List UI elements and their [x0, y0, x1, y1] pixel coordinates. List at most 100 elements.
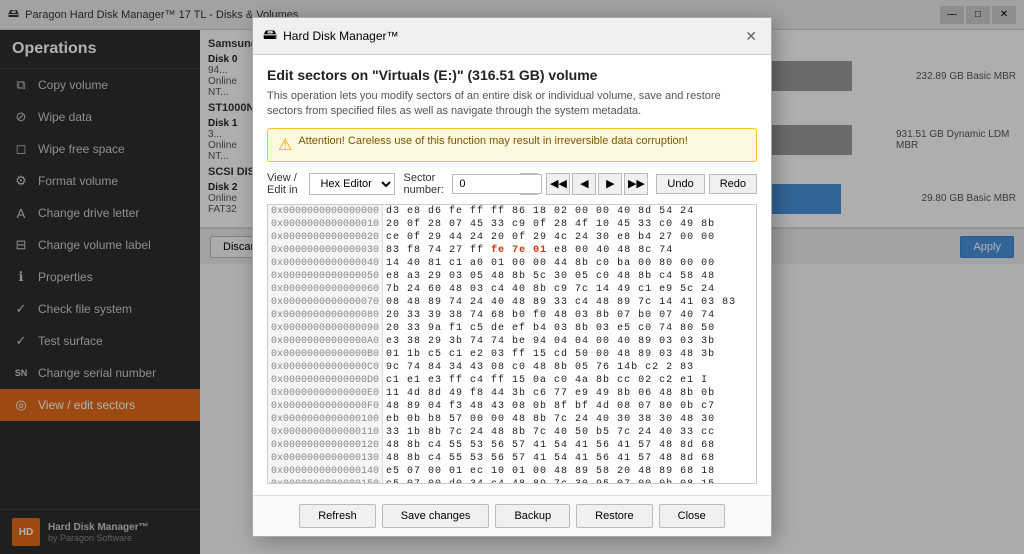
hex-row: 0x0000000000000000d3 e8 d6 fe ff ff 86 1… — [268, 205, 757, 218]
hex-address: 0x0000000000000040 — [268, 257, 383, 270]
hex-bytes: 7b 24 60 48 03 c4 40 8b c9 7c 14 49 c1 e… — [383, 283, 757, 296]
close-button[interactable]: Close — [659, 504, 725, 528]
sector-label: Sector number: — [403, 172, 444, 196]
hex-bytes: 20 33 9a f1 c5 de ef b4 03 8b 03 e5 c0 7… — [383, 322, 757, 335]
hex-bytes: 20 0f 28 07 45 33 c9 0f 28 4f 10 45 33 c… — [383, 218, 757, 231]
hex-row: 0x000000000000012048 8b c4 55 53 56 57 4… — [268, 439, 757, 452]
controls-row: View / Edit in Hex Editor Text Editor Se… — [267, 172, 757, 196]
hex-address: 0x0000000000000130 — [268, 452, 383, 465]
hex-row: 0x00000000000000607b 24 60 48 03 c4 40 8… — [268, 283, 757, 296]
hex-address: 0x0000000000000070 — [268, 296, 383, 309]
hex-row: 0x00000000000000C09c 74 84 34 43 08 c0 4… — [268, 361, 757, 374]
hex-bytes: 33 1b 8b 7c 24 48 8b 7c 40 50 b5 7c 24 4… — [383, 426, 757, 439]
hex-row: 0x00000000000000F048 89 04 f3 48 43 08 0… — [268, 400, 757, 413]
modal-titlebar: 🖴 Hard Disk Manager™ ✕ — [253, 18, 771, 55]
nav-prev-button[interactable]: ◀ — [572, 173, 596, 195]
modal-overlay: 🖴 Hard Disk Manager™ ✕ Edit sectors on "… — [0, 0, 1024, 554]
undo-redo-group: Undo Redo — [656, 174, 757, 194]
backup-button[interactable]: Backup — [495, 504, 570, 528]
hex-bytes: c1 e1 e3 ff c4 ff 15 0a c0 4a 8b cc 02 c… — [383, 374, 757, 387]
modal-title-text: Hard Disk Manager™ — [283, 29, 398, 43]
refresh-button[interactable]: Refresh — [299, 504, 376, 528]
hex-bytes: 14 40 81 c1 a0 01 00 00 44 8b c0 ba 00 8… — [383, 257, 757, 270]
hex-row: 0x00000000000000A0e3 38 29 3b 74 74 be 9… — [268, 335, 757, 348]
sector-input-group: ▲ ▼ — [452, 173, 538, 195]
hex-bytes: 48 8b c4 55 53 56 57 41 54 41 56 41 57 4… — [383, 439, 757, 452]
hex-bytes: 01 1b c5 c1 e2 03 ff 15 cd 50 00 48 89 0… — [383, 348, 757, 361]
hex-row: 0x00000000000000D0c1 e1 e3 ff c4 ff 15 0… — [268, 374, 757, 387]
hex-address: 0x0000000000000000 — [268, 205, 383, 218]
hex-row: 0x000000000000009020 33 9a f1 c5 de ef b… — [268, 322, 757, 335]
hex-address: 0x00000000000000B0 — [268, 348, 383, 361]
hex-bytes: eb 0b b8 57 00 00 48 8b 7c 24 40 30 38 3… — [383, 413, 757, 426]
modal-heading: Edit sectors on "Virtuals (E:)" (316.51 … — [267, 67, 757, 83]
hex-address: 0x0000000000000150 — [268, 478, 383, 484]
nav-first-button[interactable]: ◀◀ — [546, 173, 570, 195]
hex-bytes: e8 a3 29 03 05 48 8b 5c 30 05 c0 48 8b c… — [383, 270, 757, 283]
hex-row: 0x000000000000013048 8b c4 55 53 56 57 4… — [268, 452, 757, 465]
hex-bytes: c5 07 00 d0 34 c4 48 89 7c 30 95 07 00 0… — [383, 478, 757, 484]
hex-address: 0x0000000000000080 — [268, 309, 383, 322]
hex-row: 0x000000000000007008 48 89 74 24 40 48 8… — [268, 296, 757, 309]
hex-row: 0x0000000000000140e5 07 00 01 ec 10 01 0… — [268, 465, 757, 478]
hex-address: 0x0000000000000140 — [268, 465, 383, 478]
hex-table: 0x0000000000000000d3 e8 d6 fe ff ff 86 1… — [268, 205, 757, 484]
modal-warning-text: Attention! Careless use of this function… — [298, 135, 687, 147]
nav-next-button[interactable]: ▶ — [598, 173, 622, 195]
nav-last-button[interactable]: ▶▶ — [624, 173, 648, 195]
hex-address: 0x0000000000000090 — [268, 322, 383, 335]
hex-address: 0x00000000000000D0 — [268, 374, 383, 387]
modal-app-icon: 🖴 — [263, 24, 277, 48]
hex-address: 0x0000000000000030 — [268, 244, 383, 257]
hex-address: 0x00000000000000A0 — [268, 335, 383, 348]
hex-row: 0x00000000000000B001 1b c5 c1 e2 03 ff 1… — [268, 348, 757, 361]
nav-buttons: ◀◀ ◀ ▶ ▶▶ — [546, 173, 648, 195]
modal-description: This operation lets you modify sectors o… — [267, 89, 757, 120]
hex-address: 0x0000000000000060 — [268, 283, 383, 296]
edit-sectors-modal: 🖴 Hard Disk Manager™ ✕ Edit sectors on "… — [252, 17, 772, 537]
hex-address: 0x00000000000000C0 — [268, 361, 383, 374]
hex-row: 0x000000000000003083 f8 74 27 ff fe 7e 0… — [268, 244, 757, 257]
hex-bytes: 20 33 39 38 74 68 b0 f0 48 03 8b 07 b0 0… — [383, 309, 757, 322]
hex-row: 0x000000000000004014 40 81 c1 a0 01 00 0… — [268, 257, 757, 270]
hex-row: 0x0000000000000150c5 07 00 d0 34 c4 48 8… — [268, 478, 757, 484]
hex-bytes: 83 f8 74 27 ff fe 7e 01 e8 00 40 48 8c 7… — [383, 244, 757, 257]
hex-bytes: 11 4d 8d 49 f8 44 3b c6 77 e9 49 8b 06 4… — [383, 387, 757, 400]
modal-undo-button[interactable]: Undo — [656, 174, 704, 194]
hex-bytes: ce 0f 29 44 24 20 0f 29 4c 24 30 e8 b4 2… — [383, 231, 757, 244]
hex-row: 0x000000000000001020 0f 28 07 45 33 c9 0… — [268, 218, 757, 231]
hex-row: 0x0000000000000100eb 0b b8 57 00 00 48 8… — [268, 413, 757, 426]
modal-title-left: 🖴 Hard Disk Manager™ — [263, 24, 399, 48]
hex-row: 0x0000000000000020ce 0f 29 44 24 20 0f 2… — [268, 231, 757, 244]
view-select[interactable]: Hex Editor Text Editor — [309, 173, 395, 195]
hex-address: 0x0000000000000020 — [268, 231, 383, 244]
hex-address: 0x0000000000000100 — [268, 413, 383, 426]
restore-button[interactable]: Restore — [576, 504, 653, 528]
hex-row: 0x000000000000011033 1b 8b 7c 24 48 8b 7… — [268, 426, 757, 439]
sector-number-input[interactable] — [452, 174, 542, 194]
save-changes-button[interactable]: Save changes — [382, 504, 490, 528]
modal-footer: Refresh Save changes Backup Restore Clos… — [253, 495, 771, 536]
warning-icon: ⚠ — [278, 135, 292, 155]
hex-address: 0x0000000000000050 — [268, 270, 383, 283]
modal-warning: ⚠ Attention! Careless use of this functi… — [267, 128, 757, 162]
hex-row: 0x0000000000000050e8 a3 29 03 05 48 8b 5… — [268, 270, 757, 283]
hex-editor[interactable]: 0x0000000000000000d3 e8 d6 fe ff ff 86 1… — [267, 204, 757, 484]
hex-bytes: 9c 74 84 34 43 08 c0 48 8b 05 76 14b c2 … — [383, 361, 757, 374]
hex-row: 0x00000000000000E011 4d 8d 49 f8 44 3b c… — [268, 387, 757, 400]
hex-bytes: 48 89 04 f3 48 43 08 0b 8f bf 4d 08 07 8… — [383, 400, 757, 413]
hex-bytes: e5 07 00 01 ec 10 01 00 48 89 58 20 48 8… — [383, 465, 757, 478]
hex-address: 0x0000000000000110 — [268, 426, 383, 439]
modal-redo-button[interactable]: Redo — [709, 174, 757, 194]
modal-body: Edit sectors on "Virtuals (E:)" (316.51 … — [253, 55, 771, 495]
hex-address: 0x0000000000000010 — [268, 218, 383, 231]
modal-close-x-button[interactable]: ✕ — [741, 28, 761, 45]
hex-bytes: d3 e8 d6 fe ff ff 86 18 02 00 00 40 8d 5… — [383, 205, 757, 218]
hex-bytes: e3 38 29 3b 74 74 be 94 04 04 00 40 89 0… — [383, 335, 757, 348]
hex-bytes: 48 8b c4 55 53 56 57 41 54 41 56 41 57 4… — [383, 452, 757, 465]
hex-address: 0x0000000000000120 — [268, 439, 383, 452]
hex-bytes: 08 48 89 74 24 40 48 89 33 c4 48 89 7c 1… — [383, 296, 757, 309]
hex-row: 0x000000000000008020 33 39 38 74 68 b0 f… — [268, 309, 757, 322]
hex-address: 0x00000000000000E0 — [268, 387, 383, 400]
hex-address: 0x00000000000000F0 — [268, 400, 383, 413]
